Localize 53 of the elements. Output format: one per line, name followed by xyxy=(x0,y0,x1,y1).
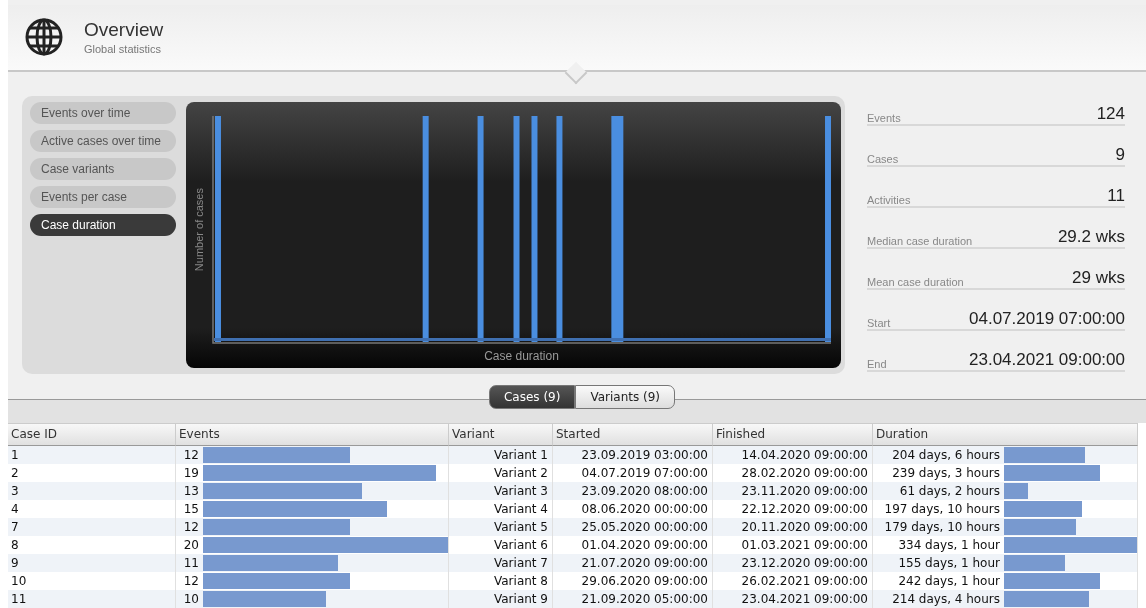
stat-label: Events xyxy=(867,111,901,124)
table-cell-text: 11 xyxy=(182,556,199,570)
chart-menu-item[interactable]: Case variants xyxy=(30,157,176,180)
stat-value: 124 xyxy=(1096,103,1125,124)
stat-value: 11 xyxy=(1107,185,1125,206)
page-subtitle: Global statistics xyxy=(84,43,163,56)
column-header[interactable]: Started xyxy=(553,423,713,446)
stat-label: Activities xyxy=(867,193,911,206)
stat-value: 04.07.2019 07:00:00 xyxy=(969,308,1125,329)
table-cell-text: 13 xyxy=(182,484,199,498)
column-header[interactable]: Case ID xyxy=(8,423,176,446)
table-cell-text: 12 xyxy=(182,574,199,588)
stat-label: Cases xyxy=(867,152,899,165)
table-cell-text: 197 days, 10 hours xyxy=(883,502,1000,516)
stat-value: 29.2 wks xyxy=(1057,226,1125,247)
table-cell-text: 61 days, 2 hours xyxy=(898,484,1000,498)
x-axis-label: Case duration xyxy=(484,348,559,363)
y-axis-label: Number of cases xyxy=(193,188,205,272)
column-header[interactable]: Events xyxy=(176,423,449,446)
duration-bar xyxy=(1004,483,1028,499)
chart-menu-item[interactable]: Case duration xyxy=(30,213,176,236)
duration-bar xyxy=(1004,519,1076,535)
page-title: Overview xyxy=(84,19,164,42)
table-cell-text: 12 xyxy=(182,448,199,462)
table-cell-text: 155 days, 1 hour xyxy=(897,556,1000,570)
stat-value: 23.04.2021 09:00:00 xyxy=(969,349,1125,370)
table-cell-text: 214 days, 4 hours xyxy=(891,592,1000,606)
table-cell-text: 12 xyxy=(182,520,199,534)
table-cell-text: 15 xyxy=(182,502,199,516)
table-cell-text: 239 days, 3 hours xyxy=(891,466,1000,480)
stat-label: Median case duration xyxy=(867,234,973,247)
duration-bar xyxy=(1004,555,1066,571)
table-cell-text: 10 xyxy=(182,592,199,606)
column-header[interactable]: Finished xyxy=(713,423,873,446)
stat-label: Start xyxy=(867,316,891,329)
globe-icon xyxy=(24,17,64,58)
column-header[interactable]: Duration xyxy=(873,423,1138,446)
table-cell-text: 242 days, 1 hour xyxy=(897,574,1000,588)
chart-menu-item[interactable]: Events over time xyxy=(30,101,176,124)
column-header[interactable]: Variant xyxy=(449,423,553,446)
stat-label: End xyxy=(867,357,887,370)
table-cell-text: 19 xyxy=(182,466,199,480)
stat-label: Mean case duration xyxy=(867,275,964,288)
tab[interactable]: Cases (9) xyxy=(488,385,576,410)
chart-menu-item[interactable]: Active cases over time xyxy=(30,129,176,152)
table-cell-text: 20 xyxy=(182,538,199,552)
table-cell-text: 334 days, 1 hour xyxy=(897,538,1000,552)
chart-menu-item[interactable]: Events per case xyxy=(30,185,176,208)
stat-value: 9 xyxy=(1115,144,1125,165)
table-cell-text: 179 days, 10 hours xyxy=(883,520,1000,534)
stat-value: 29 wks xyxy=(1072,267,1125,288)
table-cell-text: 204 days, 6 hours xyxy=(891,448,1000,462)
tab[interactable]: Variants (9) xyxy=(575,385,676,410)
